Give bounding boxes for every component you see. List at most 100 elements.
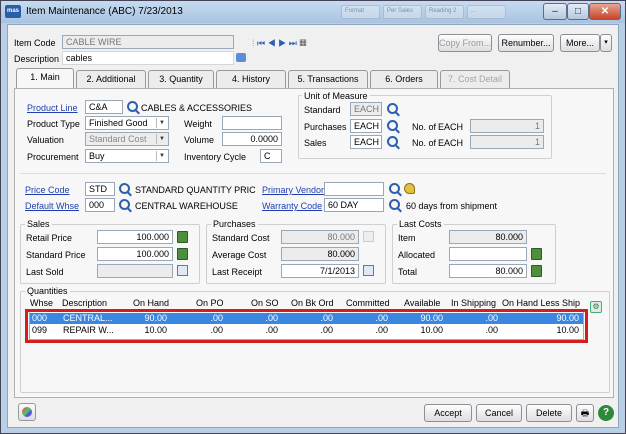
renumber-button[interactable]: Renumber... [498,34,554,52]
average-cost-field[interactable]: 80.000 [281,247,359,261]
ghost-tab[interactable]: ... [467,5,506,19]
valuation-select[interactable]: Standard Cost ▼ [85,132,169,146]
default-whse-lookup-icon[interactable] [119,199,130,210]
col-in-shipping[interactable]: In Shipping [451,298,496,308]
warranty-code-link[interactable]: Warranty Code [262,201,322,211]
last-costs-title: Last Costs [397,219,444,229]
calendar-icon[interactable] [177,265,188,276]
standard-price-field[interactable]: 100.000 [97,247,173,261]
first-record-icon[interactable]: ⏮ [257,38,265,48]
weight-field[interactable] [222,116,282,130]
product-type-label: Product Type [27,119,80,129]
calculator-icon[interactable] [177,248,188,260]
last-receipt-label: Last Receipt [212,267,263,277]
last-sold-field[interactable] [97,264,173,278]
price-code-link[interactable]: Price Code [25,185,70,195]
volume-field[interactable]: 0.0000 [222,132,282,146]
col-on-po[interactable]: On PO [196,298,224,308]
calculator-icon[interactable] [363,231,374,242]
col-on-hand-less-ship[interactable]: On Hand Less Ship [502,298,580,308]
primary-vendor-field[interactable] [324,182,384,196]
uom-purchases-field[interactable]: EACH [350,119,382,133]
purchases-conversion-field[interactable]: 1 [470,119,544,133]
col-available[interactable]: Available [404,298,440,308]
vendor-detail-icon[interactable] [404,183,415,194]
primary-vendor-link[interactable]: Primary Vendor [262,185,324,195]
price-code-field[interactable]: STD [85,182,115,196]
standard-cost-field[interactable]: 80.000 [281,230,359,244]
ghost-tab[interactable]: Format [341,5,380,19]
tab-transactions[interactable]: 5. Transactions [288,70,368,88]
uom-sales-lookup-icon[interactable] [387,136,398,147]
tab-quantity[interactable]: 3. Quantity [148,70,214,88]
copy-from-button[interactable]: Copy From... [438,34,492,52]
default-whse-link[interactable]: Default Whse [25,201,79,211]
col-description[interactable]: Description [62,298,107,308]
retail-price-field[interactable]: 100.000 [97,230,173,244]
calendar-icon[interactable] [363,265,374,276]
default-whse-field[interactable]: 000 [85,198,115,212]
total-field[interactable]: 80.000 [449,264,527,278]
sales-conversion-field[interactable]: 1 [470,135,544,149]
product-type-select[interactable]: Finished Good ▼ [85,116,169,130]
previous-record-icon[interactable]: ◀ [268,38,276,48]
valuation-value: Standard Cost [89,134,147,144]
last-cost-item-field[interactable]: 80.000 [449,230,527,244]
col-on-hand[interactable]: On Hand [133,298,169,308]
col-on-bk-ord[interactable]: On Bk Ord [291,298,334,308]
item-code-label: Item Code [14,38,56,48]
accept-button[interactable]: Accept [424,404,472,422]
col-on-so[interactable]: On SO [251,298,279,308]
uom-purchases-lookup-icon[interactable] [387,120,398,131]
minimize-button[interactable]: – [543,3,567,20]
product-line-link[interactable]: Product Line [27,103,78,113]
calculator-icon[interactable] [177,231,188,243]
retail-price-label: Retail Price [26,233,73,243]
maximize-button[interactable]: □ [567,3,589,20]
item-code-field[interactable]: CABLE WIRE [62,35,234,49]
cancel-button[interactable]: Cancel [476,404,522,422]
description-field[interactable]: cables [62,51,234,65]
default-whse-description: CENTRAL WAREHOUSE [135,201,238,211]
product-line-lookup-icon[interactable] [127,101,138,112]
next-record-icon[interactable]: ▶ [278,38,286,48]
close-button[interactable]: ✕ [589,3,621,20]
help-icon[interactable]: ? [598,405,614,421]
ghost-tab[interactable]: Per Sales [383,5,422,19]
delete-button[interactable]: Delete [526,404,572,422]
last-receipt-field[interactable]: 7/1/2013 [281,264,359,278]
tab-history[interactable]: 4. History [216,70,286,88]
uom-sales-field[interactable]: EACH [350,135,382,149]
primary-vendor-lookup-icon[interactable] [389,183,400,194]
grid-settings-icon[interactable]: ⚙ [590,301,602,313]
print-icon[interactable]: 🖶 [576,404,594,422]
col-committed[interactable]: Committed [346,298,390,308]
procurement-select[interactable]: Buy ▼ [85,149,169,163]
memo-icon[interactable] [236,53,246,62]
warranty-code-lookup-icon[interactable] [389,199,400,210]
purchases-no-of-label: No. of [412,122,437,132]
product-line-description: CABLES & ACCESSORIES [141,103,253,113]
lookup-icon[interactable]: ⁞ [252,38,255,48]
purchases-title: Purchases [211,219,258,229]
tab-main[interactable]: 1. Main [16,68,74,88]
tab-orders[interactable]: 6. Orders [370,70,438,88]
uom-standard-lookup-icon[interactable] [387,103,398,114]
product-line-field[interactable]: C&A [85,100,123,114]
more-button[interactable]: More... [560,34,600,52]
allocated-field[interactable] [449,247,527,261]
help-menu-button[interactable] [18,403,36,421]
calculator-icon[interactable] [531,248,542,260]
tab-cost-detail[interactable]: 7. Cost Detail [440,70,510,88]
ghost-tab[interactable]: Reading 2 [425,5,464,19]
calculator-icon[interactable] [531,265,542,277]
uom-standard-field[interactable]: EACH [350,102,382,116]
more-dropdown-button[interactable]: ▾ [600,34,612,52]
warranty-code-field[interactable]: 60 DAY [324,198,384,212]
tab-additional[interactable]: 2. Additional [76,70,146,88]
price-code-lookup-icon[interactable] [119,183,130,194]
inventory-cycle-field[interactable]: C [260,149,282,163]
col-whse[interactable]: Whse [30,298,53,308]
calendar-icon[interactable]: ▦ [299,38,306,48]
last-record-icon[interactable]: ⏭ [289,38,297,48]
